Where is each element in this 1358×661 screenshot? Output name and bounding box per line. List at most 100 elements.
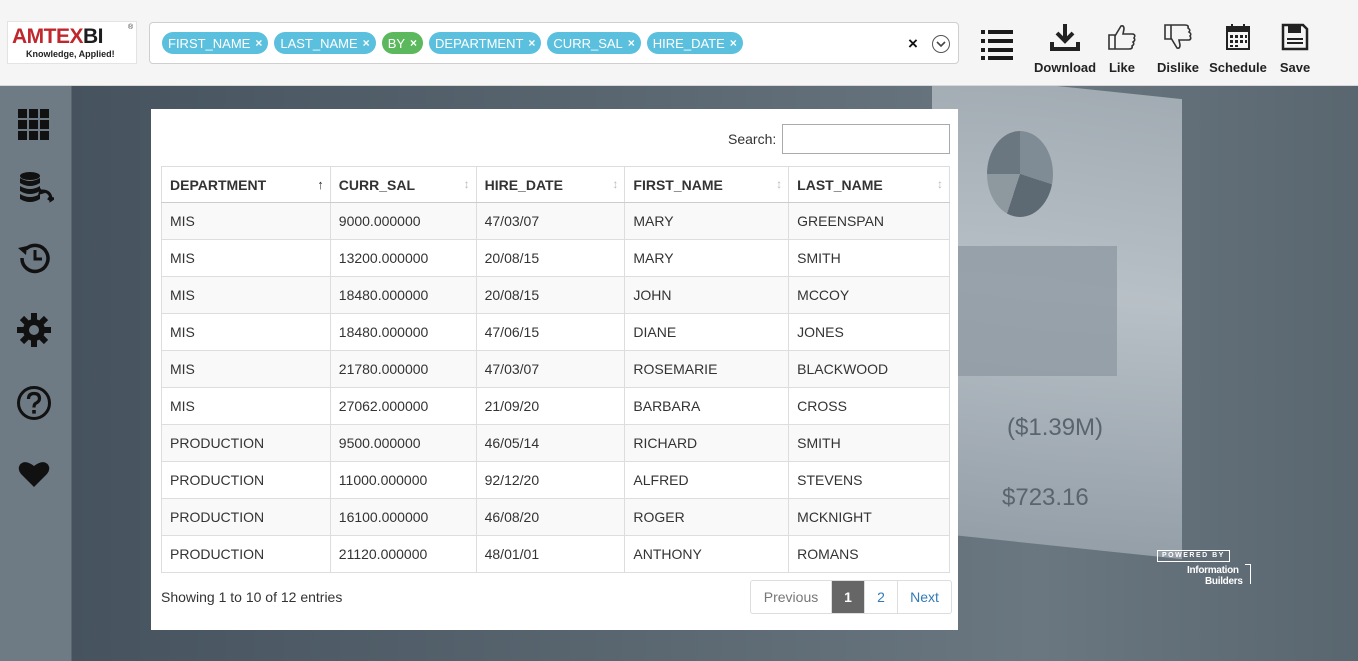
sort-icon: ↕ <box>776 177 783 191</box>
filter-chip-label: CURR_SAL <box>553 35 623 51</box>
background-value-2: $723.16 <box>1002 484 1089 511</box>
table-cell: CROSS <box>788 387 950 425</box>
table-cell: ALFRED <box>624 461 790 499</box>
background-map <box>957 246 1117 376</box>
powered-by-text: POWERED BY <box>1157 550 1230 562</box>
pagination: Previous 1 2 Next <box>750 580 952 614</box>
table-cell: ROGER <box>624 498 790 536</box>
like-label: Like <box>1108 60 1135 75</box>
table-cell: 48/01/01 <box>475 535 626 573</box>
table-cell: PRODUCTION <box>161 461 331 499</box>
filter-chip[interactable]: FIRST_NAME × <box>162 32 269 54</box>
column-header[interactable]: CURR_SAL ↕ <box>329 166 477 203</box>
help-icon[interactable] <box>16 385 54 423</box>
heart-icon[interactable] <box>16 456 54 494</box>
table-row[interactable]: MIS 18480.000000 20/08/15 JOHN MCCOY <box>161 276 950 314</box>
gear-icon[interactable] <box>16 312 54 350</box>
search-label: Search: <box>728 131 777 147</box>
remove-chip-icon[interactable]: × <box>528 37 535 49</box>
chevron-down-icon[interactable] <box>932 35 950 53</box>
column-header[interactable]: FIRST_NAME ↕ <box>624 166 790 203</box>
table-cell: DIANE <box>624 313 790 351</box>
filter-chip[interactable]: CURR_SAL × <box>547 32 641 54</box>
remove-chip-icon[interactable]: × <box>410 37 417 49</box>
save-button[interactable]: Save <box>1277 20 1313 78</box>
table-cell: 18480.000000 <box>329 276 477 314</box>
schedule-label: Schedule <box>1209 60 1267 75</box>
filter-chip[interactable]: HIRE_DATE × <box>646 32 743 54</box>
filter-chip[interactable]: LAST_NAME × <box>274 32 376 54</box>
history-icon[interactable] <box>16 240 54 278</box>
table-header-row: DEPARTMENT ↑ CURR_SAL ↕ HIRE_DATE ↕ FIRST_NAME… <box>161 166 950 203</box>
table-cell: MIS <box>161 387 331 425</box>
table-body: MIS 9000.000000 47/03/07 MARY GREENSPAN MIS 13… <box>161 202 950 573</box>
dislike-label: Dislike <box>1157 60 1199 75</box>
logo-tagline: Knowledge, Applied! <box>26 49 115 59</box>
filter-chip-label: FIRST_NAME <box>168 35 251 51</box>
dislike-button[interactable]: Dislike <box>1156 20 1200 78</box>
download-button[interactable]: Download <box>1034 20 1096 78</box>
table-row[interactable]: PRODUCTION 21120.000000 48/01/01 ANTHONY ROM… <box>161 535 950 573</box>
table-row[interactable]: PRODUCTION 16100.000000 46/08/20 ROGER MCKNI… <box>161 498 950 536</box>
column-header-label: FIRST_NAME <box>633 176 723 193</box>
entries-info: Showing 1 to 10 of 12 entries <box>161 589 343 605</box>
database-restore-icon[interactable] <box>16 169 55 207</box>
clear-all-icon[interactable]: × <box>908 34 918 54</box>
table-cell: MARY <box>624 202 790 240</box>
column-header[interactable]: HIRE_DATE ↕ <box>475 166 626 203</box>
table-row[interactable]: MIS 9000.000000 47/03/07 MARY GREENSPAN <box>161 202 950 240</box>
background-value-1: ($1.39M) <box>1007 414 1104 441</box>
table-cell: MCKNIGHT <box>788 498 950 536</box>
remove-chip-icon[interactable]: × <box>628 37 635 49</box>
amtexbi-logo[interactable]: AMTEXBI ® Knowledge, Applied! <box>7 21 137 64</box>
filter-chip-label: BY <box>387 35 406 51</box>
table-cell: 46/05/14 <box>475 424 626 462</box>
schedule-button[interactable]: Schedule <box>1208 20 1268 78</box>
thumbs-down-icon <box>1162 22 1194 57</box>
remove-chip-icon[interactable]: × <box>730 37 737 49</box>
table-row[interactable]: MIS 27062.000000 21/09/20 BARBARA CROSS <box>161 387 950 425</box>
remove-chip-icon[interactable]: × <box>255 37 262 49</box>
table-cell: MIS <box>161 202 331 240</box>
table-cell: ANTHONY <box>624 535 790 573</box>
grid-apps-icon[interactable] <box>16 106 54 144</box>
like-button[interactable]: Like <box>1104 20 1140 78</box>
table-cell: MIS <box>161 276 331 314</box>
page-2-button[interactable]: 2 <box>864 581 897 613</box>
table-row[interactable]: MIS 18480.000000 47/06/15 DIANE JONES <box>161 313 950 351</box>
table-cell: 11000.000000 <box>329 461 477 499</box>
table-cell: 47/06/15 <box>475 313 626 351</box>
table-cell: 13200.000000 <box>329 239 477 277</box>
filter-chip[interactable]: DEPARTMENT × <box>429 32 542 54</box>
table-cell: MARY <box>624 239 790 277</box>
list-menu-icon[interactable] <box>981 30 1013 60</box>
table-cell: 9500.000000 <box>329 424 477 462</box>
column-header-label: DEPARTMENT <box>170 176 267 193</box>
table-row[interactable]: PRODUCTION 11000.000000 92/12/20 ALFRED STEV… <box>161 461 950 499</box>
table-cell: PRODUCTION <box>161 498 331 536</box>
next-button[interactable]: Next <box>897 581 951 613</box>
sort-icon: ↕ <box>612 177 619 191</box>
table-cell: ROSEMARIE <box>624 350 790 388</box>
filter-chips: FIRST_NAME × LAST_NAME × BY × DEPARTMENT × CURR_… <box>162 32 743 54</box>
filter-field-selector[interactable]: FIRST_NAME × LAST_NAME × BY × DEPARTMENT × CURR_… <box>149 22 959 64</box>
save-label: Save <box>1279 60 1311 75</box>
remove-chip-icon[interactable]: × <box>363 37 370 49</box>
previous-button[interactable]: Previous <box>751 581 831 613</box>
table-cell: JOHN <box>624 276 790 314</box>
table-row[interactable]: MIS 21780.000000 47/03/07 ROSEMARIE BLACKWOO… <box>161 350 950 388</box>
sort-icon: ↕ <box>463 177 470 191</box>
table-cell: 21120.000000 <box>329 535 477 573</box>
column-header-label: LAST_NAME <box>797 176 883 193</box>
page-1-button[interactable]: 1 <box>831 581 864 613</box>
table-row[interactable]: MIS 13200.000000 20/08/15 MARY SMITH <box>161 239 950 277</box>
search-input[interactable] <box>782 124 950 154</box>
column-header[interactable]: DEPARTMENT ↑ <box>161 166 331 203</box>
table-cell: MCCOY <box>788 276 950 314</box>
table-cell: SMITH <box>788 239 950 277</box>
column-header[interactable]: LAST_NAME ↕ <box>788 166 950 203</box>
filter-chip[interactable]: BY × <box>381 32 424 54</box>
table-row[interactable]: PRODUCTION 9500.000000 46/05/14 RICHARD SMIT… <box>161 424 950 462</box>
background-pie-chart <box>987 131 1053 217</box>
table-cell: RICHARD <box>624 424 790 462</box>
